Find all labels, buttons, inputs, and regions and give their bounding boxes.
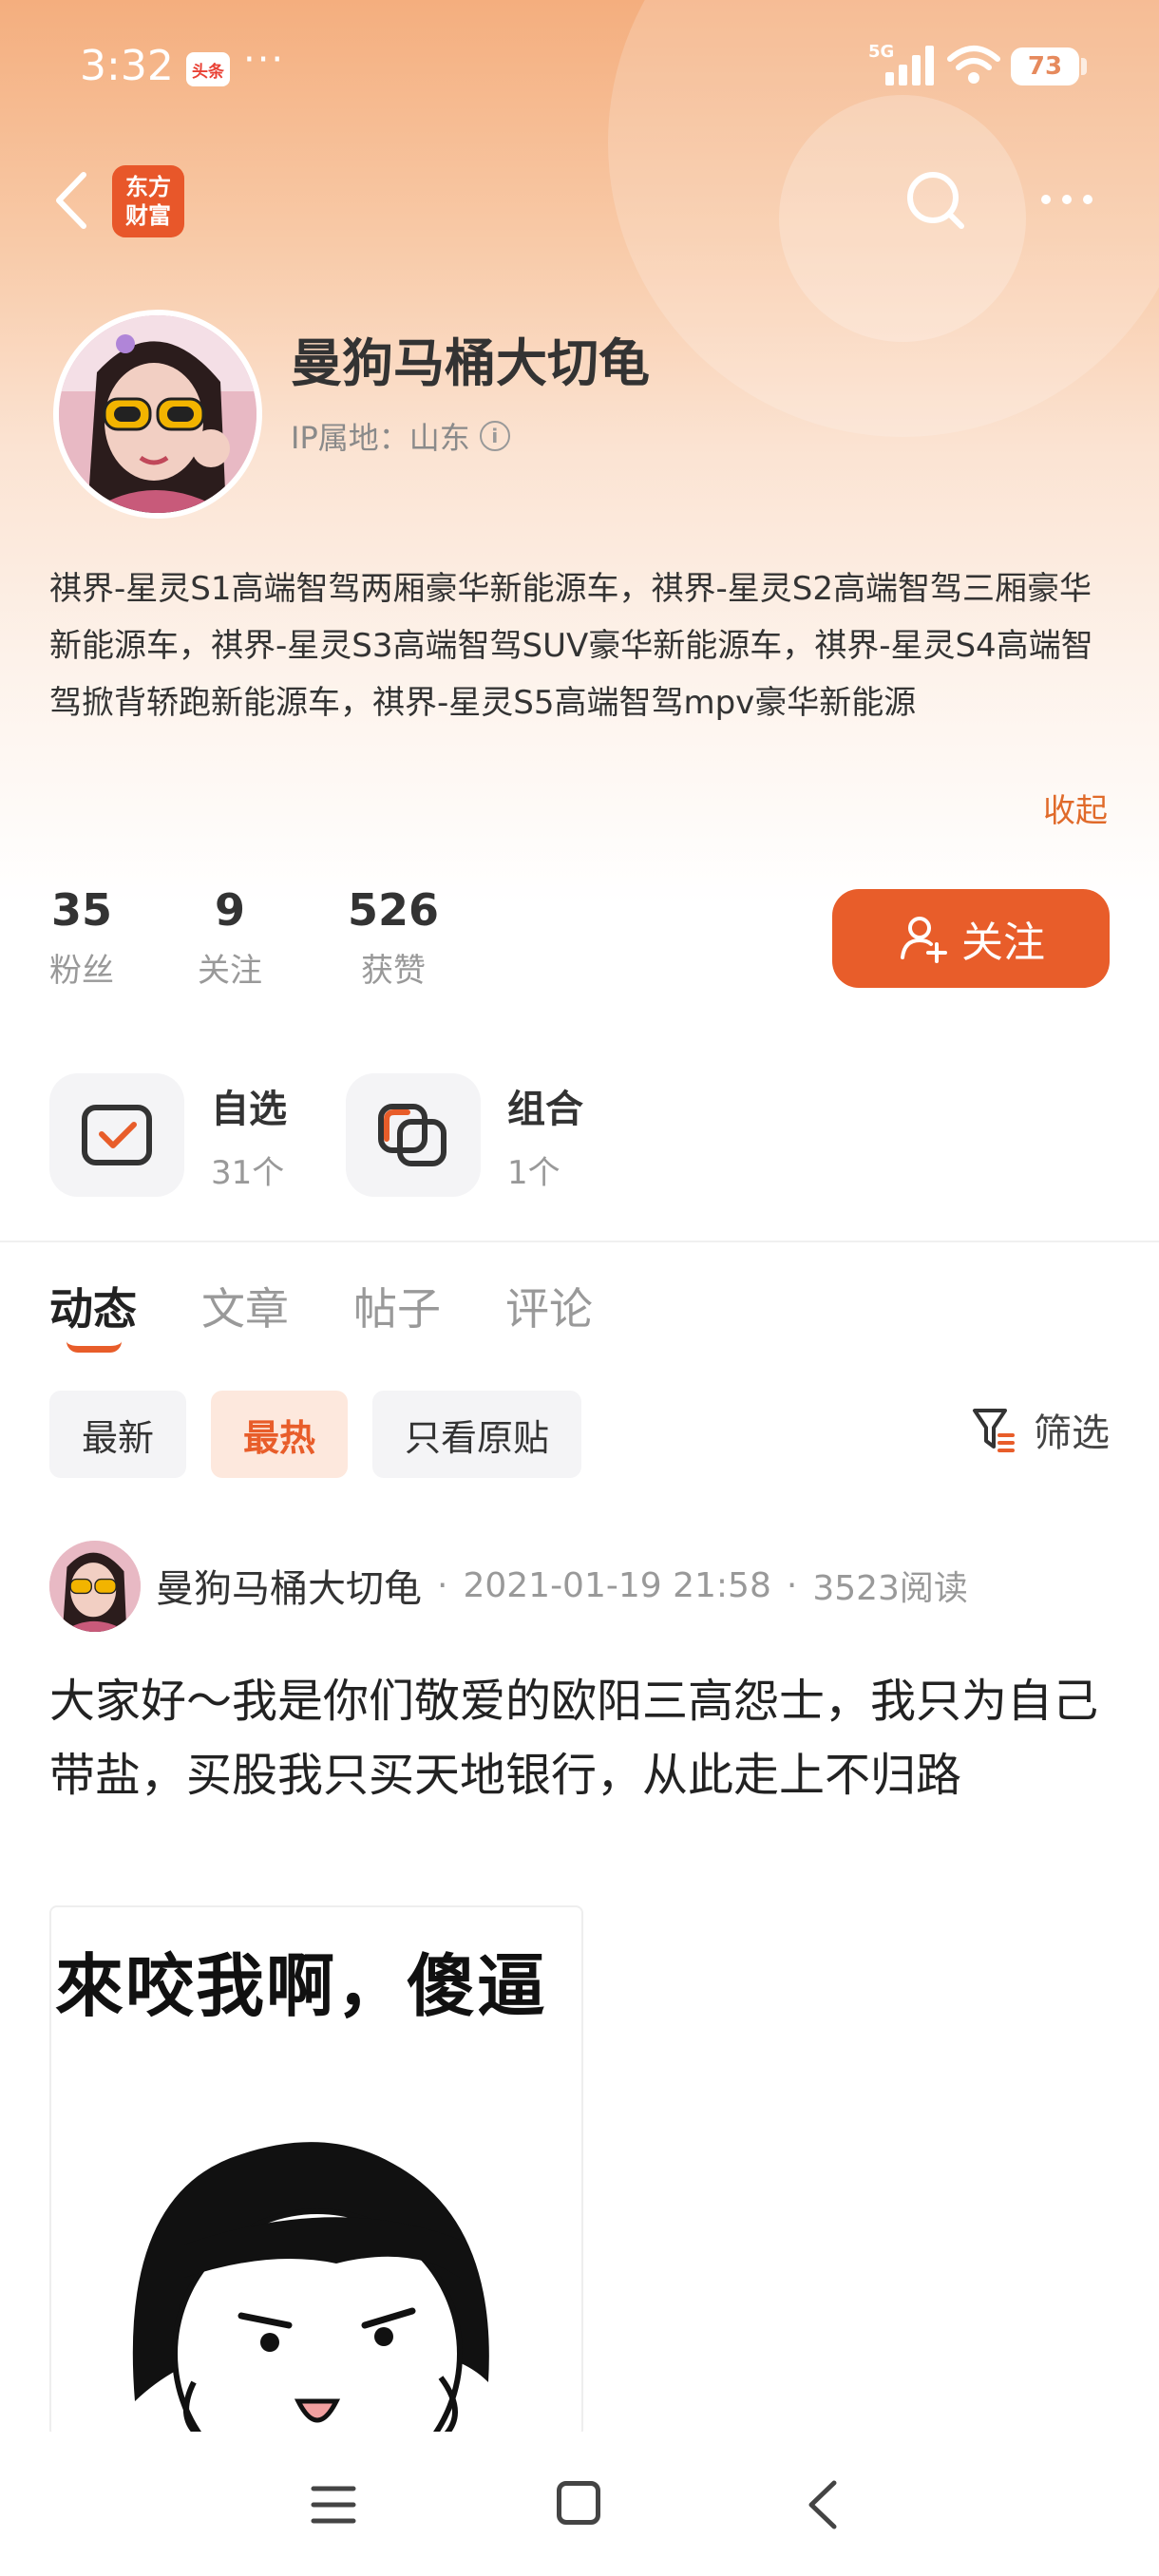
follow-button[interactable]: 关注: [832, 889, 1110, 988]
ip-location: IP属地：山东 i: [291, 414, 510, 458]
tab-activity[interactable]: 动态: [49, 1275, 137, 1353]
collapse-bio-link[interactable]: 收起: [1043, 785, 1108, 831]
stat-fans-value: 35: [50, 884, 112, 936]
signal-icon: [885, 46, 939, 85]
portfolio-link[interactable]: 组合 1个: [346, 1073, 583, 1197]
tab-comments[interactable]: 评论: [505, 1275, 593, 1337]
more-notifications-icon: ···: [243, 38, 286, 82]
watchlist-title: 自选: [211, 1087, 287, 1131]
stat-fans-label: 粉丝: [49, 952, 114, 990]
stat-likes[interactable]: 526 获赞: [348, 883, 439, 991]
search-icon[interactable]: [902, 167, 969, 234]
post-body[interactable]: 大家好～我是你们敬爱的欧阳三高怨士，我只为自己带盐，买股我只买天地银行，从此走上…: [49, 1664, 1113, 1812]
profile-tabs: 动态 文章 帖子 评论: [49, 1275, 593, 1353]
recent-apps-icon[interactable]: [310, 2483, 357, 2527]
tab-activity-label: 动态: [49, 1283, 137, 1335]
post-read-count: 3523阅读: [812, 1569, 968, 1608]
follow-button-label: 关注: [961, 919, 1045, 967]
meme-cartoon-face: [132, 2142, 489, 2435]
battery-indicator: 73: [1011, 47, 1079, 85]
portfolio-count: 1个: [507, 1153, 560, 1192]
filter-latest[interactable]: 最新: [49, 1391, 187, 1478]
profile-username: 曼狗马桶大切龟: [291, 333, 650, 393]
brand-line-2: 财富: [125, 202, 171, 229]
info-icon[interactable]: i: [479, 421, 510, 451]
battery-tip: [1081, 58, 1087, 75]
system-back-icon[interactable]: [804, 2479, 842, 2530]
stat-fans[interactable]: 35 粉丝: [49, 883, 114, 991]
meme-caption: 來咬我啊，傻逼: [55, 1945, 548, 2026]
filter-hottest[interactable]: 最热: [211, 1391, 349, 1478]
ip-location-text: IP属地：山东: [291, 420, 470, 456]
filter-funnel-icon: [973, 1409, 1015, 1452]
filter-original-only[interactable]: 只看原贴: [372, 1391, 582, 1478]
post-author-avatar[interactable]: [49, 1541, 141, 1632]
eastmoney-logo: 东方 财富: [112, 165, 184, 237]
back-arrow-icon[interactable]: [49, 169, 91, 232]
portfolio-icon: [346, 1073, 481, 1197]
filter-label: 筛选: [1034, 1411, 1110, 1455]
wifi-icon: [947, 46, 1000, 84]
brand-line-1: 东方: [125, 174, 171, 200]
more-options-icon[interactable]: [1041, 182, 1102, 217]
tab-posts[interactable]: 帖子: [353, 1275, 441, 1337]
toutiao-notification-icon: 头条: [186, 52, 230, 86]
post-datetime: 2021-01-19 21:58: [463, 1565, 771, 1605]
stat-following[interactable]: 9 关注: [198, 883, 262, 991]
avatar-photo: [59, 315, 256, 513]
watchlist-link[interactable]: 自选 31个: [49, 1073, 287, 1197]
status-bar: 3:32 头条 ··· 5G 73: [0, 0, 1159, 133]
avatar[interactable]: [53, 310, 262, 519]
section-divider: [0, 1241, 1159, 1242]
tab-articles[interactable]: 文章: [201, 1275, 289, 1337]
watchlist-count: 31个: [211, 1153, 285, 1192]
add-user-icon: [901, 917, 947, 963]
post-image[interactable]: 來咬我啊，傻逼: [49, 1905, 583, 2437]
watchlist-icon: [49, 1073, 184, 1197]
filter-button[interactable]: 筛选: [971, 1402, 1110, 1457]
active-tab-indicator: [66, 1341, 122, 1353]
status-time: 3:32: [80, 42, 174, 90]
portfolio-title: 组合: [507, 1087, 583, 1131]
stat-following-value: 9: [214, 884, 245, 936]
profile-bio: 祺界-星灵S1高端智驾两厢豪华新能源车，祺界-星灵S2高端智驾三厢豪华新能源车，…: [49, 570, 1093, 722]
meta-separator: ·: [786, 1565, 798, 1605]
home-icon[interactable]: [557, 2481, 600, 2525]
stat-likes-value: 526: [348, 884, 440, 936]
post-author-name[interactable]: 曼狗马桶大切龟: [156, 1558, 422, 1613]
meta-separator: ·: [437, 1565, 448, 1605]
stat-following-label: 关注: [198, 952, 262, 990]
sort-filters: 最新 最热 只看原贴: [49, 1391, 582, 1478]
post-avatar-photo: [49, 1541, 141, 1632]
stat-likes-label: 获赞: [361, 952, 427, 990]
post-meta: 曼狗马桶大切龟 · 2021-01-19 21:58 · 3523阅读: [156, 1558, 968, 1613]
